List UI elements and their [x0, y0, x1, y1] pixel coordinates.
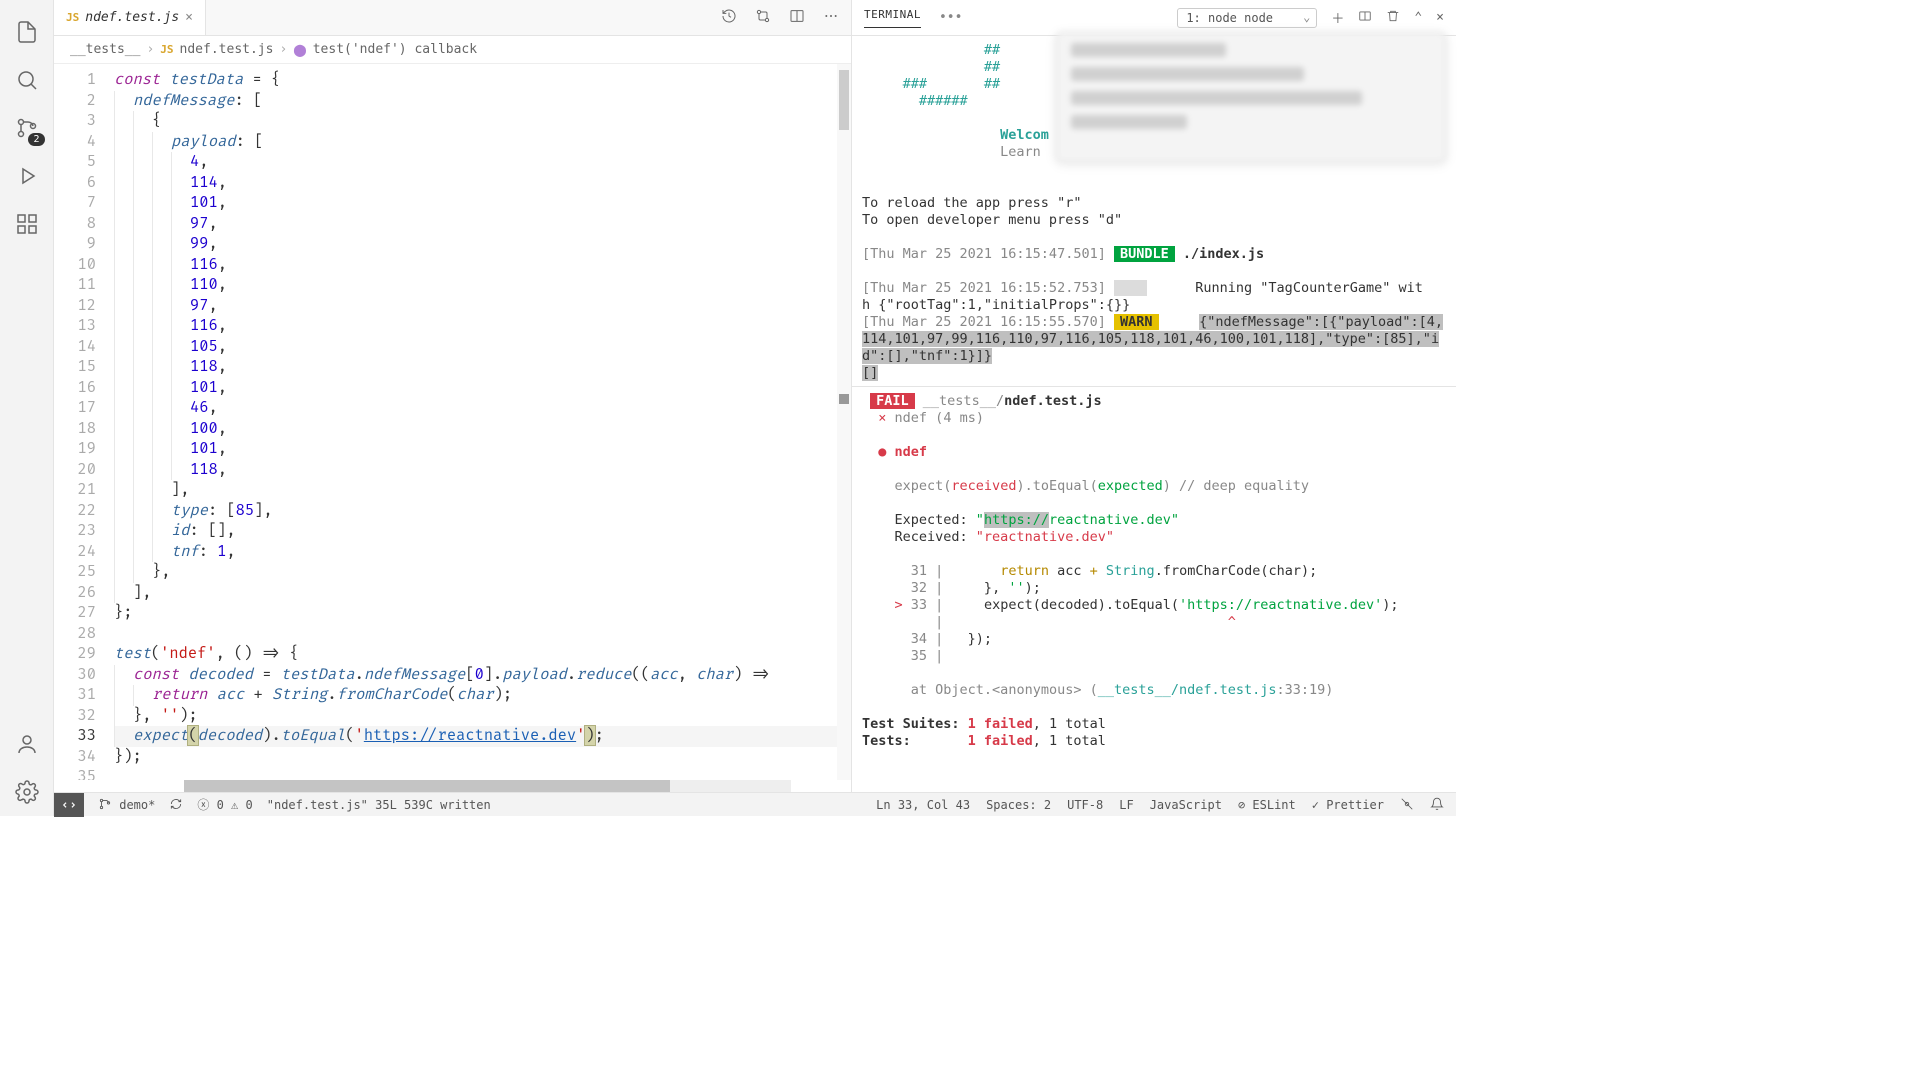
compare-icon[interactable]	[755, 8, 771, 28]
js-file-icon: JS	[66, 11, 79, 24]
breadcrumb-symbol[interactable]: test('ndef') callback	[313, 42, 477, 57]
source-control-icon[interactable]: 2	[3, 104, 51, 152]
timeline-icon[interactable]	[721, 8, 737, 28]
activity-bar: 2	[0, 0, 54, 816]
notifications-icon[interactable]	[1430, 797, 1444, 812]
panel-tabs: TERMINAL ••• 1: node node ＋ ⌃ ×	[852, 0, 1456, 36]
more-actions-icon[interactable]	[823, 8, 839, 28]
js-file-icon: JS	[160, 43, 173, 56]
cursor-position[interactable]: Ln 33, Col 43	[876, 798, 970, 812]
editor-pane: JS ndef.test.js × __tests__ › JS	[54, 0, 852, 792]
tab-filename: ndef.test.js	[85, 10, 179, 25]
remote-indicator[interactable]	[54, 793, 84, 817]
close-panel-icon[interactable]: ×	[1436, 10, 1444, 25]
terminal-tab[interactable]: TERMINAL	[864, 8, 921, 28]
scm-badge: 2	[28, 133, 44, 146]
notification-toast[interactable]	[1056, 32, 1446, 162]
indent-status[interactable]: Spaces: 2	[986, 798, 1051, 812]
tab-ndef-test[interactable]: JS ndef.test.js ×	[54, 0, 206, 35]
search-icon[interactable]	[3, 56, 51, 104]
code-content[interactable]: const testData = {ndefMessage: [{payload…	[114, 64, 837, 780]
account-icon[interactable]	[3, 720, 51, 768]
feedback-icon[interactable]	[1400, 797, 1414, 812]
kill-terminal-icon[interactable]	[1386, 9, 1400, 27]
maximize-panel-icon[interactable]: ⌃	[1414, 10, 1422, 25]
terminal-selector[interactable]: 1: node node	[1177, 8, 1317, 28]
breadcrumb-file[interactable]: ndef.test.js	[180, 42, 274, 57]
language-status[interactable]: JavaScript	[1150, 798, 1222, 812]
run-debug-icon[interactable]	[3, 152, 51, 200]
code-editor[interactable]: 1234567891011121314151617181920212223242…	[54, 64, 851, 780]
eol-status[interactable]: LF	[1119, 798, 1133, 812]
settings-gear-icon[interactable]	[3, 768, 51, 816]
line-gutter: 1234567891011121314151617181920212223242…	[54, 64, 114, 780]
status-message: "ndef.test.js" 35L 539C written	[267, 798, 491, 812]
eslint-status[interactable]: ⊘ ESLint	[1238, 798, 1296, 812]
split-terminal-icon[interactable]	[1358, 9, 1372, 27]
extensions-icon[interactable]	[3, 200, 51, 248]
split-editor-icon[interactable]	[789, 8, 805, 28]
close-tab-icon[interactable]: ×	[185, 10, 193, 25]
symbol-method-icon: ⬤	[293, 43, 306, 57]
new-terminal-icon[interactable]: ＋	[1331, 8, 1344, 27]
terminal-pane: TERMINAL ••• 1: node node ＋ ⌃ × ## ## ##	[852, 0, 1456, 792]
breadcrumb[interactable]: __tests__ › JS ndef.test.js › ⬤ test('nd…	[54, 36, 851, 64]
more-panels-icon[interactable]: •••	[939, 10, 962, 25]
explorer-icon[interactable]	[3, 8, 51, 56]
encoding-status[interactable]: UTF-8	[1067, 798, 1103, 812]
sync-icon[interactable]	[169, 797, 183, 812]
status-bar: demo* ⓧ 0 ⚠ 0 "ndef.test.js" 35L 539C wr…	[54, 792, 1456, 816]
horizontal-scrollbar[interactable]	[184, 780, 791, 792]
prettier-status[interactable]: ✓ Prettier	[1312, 798, 1384, 812]
problems-errors[interactable]: ⓧ 0 ⚠ 0	[197, 796, 252, 813]
scrollbar-thumb[interactable]	[184, 780, 670, 792]
overview-ruler[interactable]	[837, 64, 851, 780]
editor-tabs: JS ndef.test.js ×	[54, 0, 851, 36]
git-branch[interactable]: demo*	[98, 797, 155, 812]
breadcrumb-folder[interactable]: __tests__	[70, 42, 140, 57]
